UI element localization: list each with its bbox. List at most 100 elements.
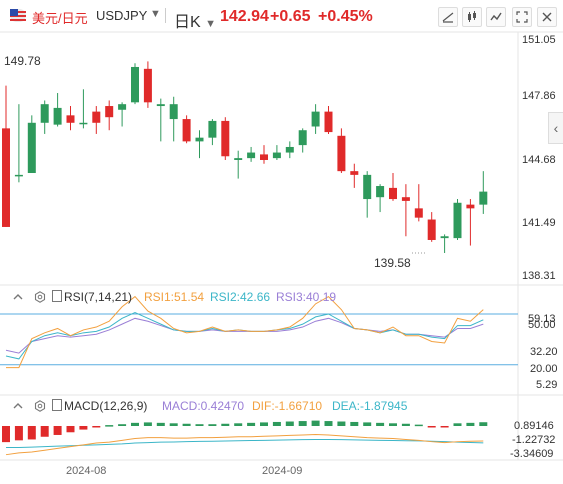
candle [350, 163, 359, 188]
candle-body [479, 191, 488, 205]
candle [92, 106, 101, 134]
candle-body [414, 208, 423, 218]
candle [27, 115, 36, 174]
candle [118, 102, 127, 127]
candle-body [14, 174, 23, 177]
macd-bar [105, 425, 114, 427]
macd-bar [389, 423, 397, 426]
candle [105, 100, 114, 131]
low-price-label: 139.58 [374, 256, 411, 270]
candle-body [427, 219, 436, 240]
candle [2, 85, 10, 227]
macd-bar [479, 422, 488, 426]
macd-bar [350, 421, 359, 426]
candle [453, 199, 462, 240]
macd-bar [182, 423, 191, 426]
price-axis-label: 141.49 [522, 217, 556, 229]
candle-body [92, 111, 101, 123]
candle-body [376, 186, 385, 198]
price-axis-label: 147.86 [522, 90, 556, 102]
candle-body [363, 174, 372, 200]
side-panel-toggle[interactable]: ‹ [548, 112, 563, 144]
dif-line [5, 434, 484, 456]
candle-body [311, 111, 320, 127]
high-price-label: 149.78 [4, 54, 41, 68]
candle-series [2, 61, 488, 254]
rsi-axis-label: 50.00 [528, 319, 556, 331]
candle [234, 150, 243, 179]
macd-bar [427, 425, 436, 428]
candle-body [285, 146, 294, 153]
macd-bar [14, 425, 23, 441]
candle [40, 100, 49, 134]
macd-bar [169, 423, 178, 426]
macd-bar [40, 425, 49, 437]
macd-bar [27, 425, 36, 440]
candle [401, 184, 410, 237]
macd-bar [337, 421, 346, 426]
candle-body [440, 236, 449, 239]
candle [376, 184, 385, 213]
macd-bar [440, 425, 449, 428]
macd-settings-icon[interactable] [34, 400, 46, 412]
candle-body [182, 119, 191, 142]
candle-body [27, 122, 36, 174]
candle [260, 145, 268, 164]
macd-bar [298, 421, 307, 426]
candle-body [221, 120, 230, 157]
candle [221, 117, 230, 160]
x-axis-tick: 2024-08 [66, 465, 107, 477]
candle-body [2, 128, 10, 227]
rsi1-value: RSI1:51.54 [144, 290, 205, 304]
candle [66, 106, 75, 131]
macd-bar [2, 425, 10, 443]
candle-body [337, 135, 346, 172]
rsi-axis-label: 32.20 [530, 346, 558, 358]
macd-bar [195, 424, 204, 426]
candle [156, 98, 165, 142]
candle [311, 104, 320, 134]
candle [298, 128, 307, 153]
candle-body [53, 107, 62, 125]
candle-body [272, 152, 281, 159]
candle-body [350, 171, 359, 175]
rsi-series [0, 295, 518, 369]
macd-bar [401, 423, 410, 426]
macd-bar [118, 424, 127, 426]
macd-bar [92, 425, 101, 428]
candle [53, 93, 62, 127]
candle [466, 199, 475, 246]
macd-bar [272, 421, 281, 426]
macd-bar [363, 422, 372, 426]
macd-bar [414, 424, 423, 427]
candle [143, 61, 152, 108]
candle [479, 171, 488, 214]
macd-bar [311, 420, 320, 426]
x-axis-tick: 2024-09 [262, 465, 303, 477]
candle-body [453, 202, 462, 239]
candle-body [105, 106, 114, 118]
candle-body [401, 197, 410, 201]
macd-label: MACD(12,26,9) [52, 399, 147, 413]
macd-value: MACD:0.42470 [162, 399, 245, 413]
dif-value: DIF:-1.66710 [252, 399, 323, 413]
rsi-collapse-icon[interactable] [12, 291, 24, 303]
candle-body [195, 137, 204, 142]
macd-collapse-icon[interactable] [12, 400, 24, 412]
rsi-settings-icon[interactable] [34, 291, 46, 303]
candle [324, 106, 333, 134]
candle-body [40, 104, 49, 123]
candle [414, 184, 423, 222]
macd-bar [156, 422, 165, 426]
macd-bar [285, 421, 294, 426]
macd-bar [260, 422, 268, 426]
candle-body [389, 187, 397, 200]
candle [363, 171, 372, 218]
price-axis-label: 144.68 [522, 154, 556, 166]
candle [285, 141, 294, 159]
candle [169, 96, 178, 142]
candle-body [79, 122, 88, 125]
candle-body [208, 120, 217, 138]
candle-body [169, 104, 178, 120]
price-axis-label: 138.31 [522, 270, 556, 282]
